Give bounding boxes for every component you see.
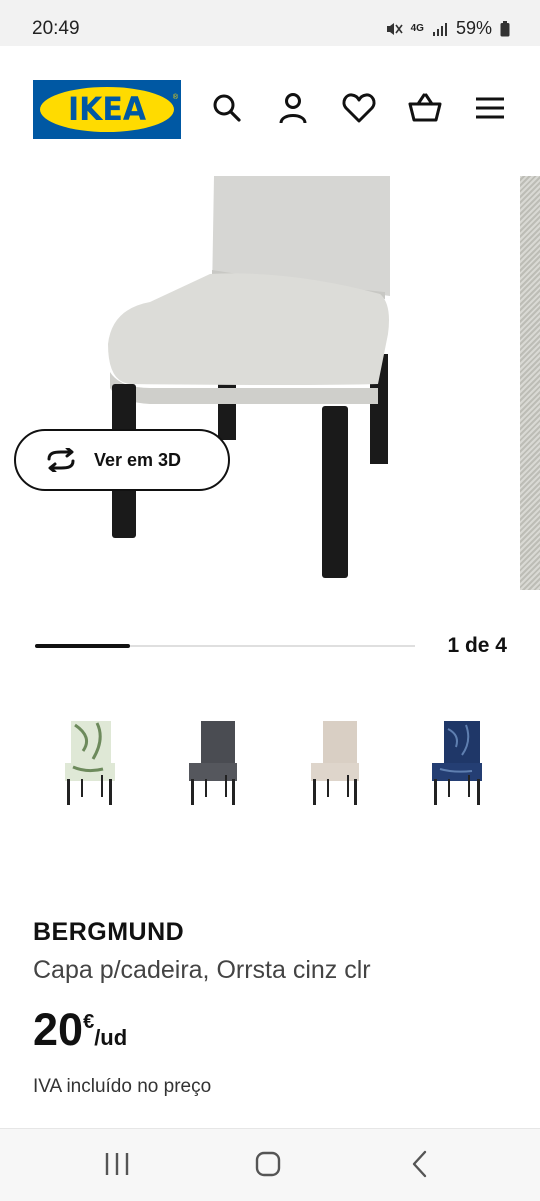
logo-wordmark: IKEA <box>67 90 147 129</box>
signal-icon <box>432 22 447 36</box>
variant-thumbnail-green-pattern[interactable] <box>53 715 133 810</box>
favourites-icon[interactable] <box>341 90 377 126</box>
gallery-position: 1 de 4 <box>447 634 507 657</box>
next-image-preview[interactable] <box>520 176 540 590</box>
search-icon[interactable] <box>209 90 245 126</box>
view-3d-button[interactable]: Ver em 3D <box>14 429 230 491</box>
recent-apps-icon[interactable] <box>100 1149 134 1179</box>
price-unit: /ud <box>94 1025 128 1050</box>
variant-thumbnail-blue-pattern[interactable] <box>420 715 500 810</box>
product-image[interactable] <box>0 174 510 594</box>
variant-thumbnail-beige[interactable] <box>299 715 379 810</box>
registered-mark: ® <box>172 94 178 101</box>
product-price: 20 € /ud <box>33 1005 127 1055</box>
account-icon[interactable] <box>275 90 311 126</box>
product-name: BERGMUND <box>33 918 185 946</box>
ikea-logo[interactable]: IKEA ® <box>33 80 181 139</box>
status-icons: 4G 59% <box>385 18 510 39</box>
rotate-3d-icon <box>47 448 75 472</box>
variant-thumbnail-dark-grey[interactable] <box>177 715 257 810</box>
system-navigation-bar <box>0 1128 540 1201</box>
mute-icon <box>386 22 403 35</box>
price-currency: € <box>83 1011 95 1033</box>
price-integer: 20 <box>33 1004 84 1055</box>
basket-icon[interactable] <box>407 90 443 126</box>
status-time: 20:49 <box>32 18 80 39</box>
battery-icon <box>500 20 510 36</box>
home-icon[interactable] <box>253 1149 283 1179</box>
vat-note: IVA incluído no preço <box>33 1076 212 1097</box>
view-3d-label: Ver em 3D <box>94 449 182 470</box>
product-description: Capa p/cadeira, Orrsta cinz clr <box>33 956 371 984</box>
gallery-progress-fill <box>35 644 130 648</box>
battery-percentage: 59% <box>455 18 492 38</box>
chair-illustration <box>108 176 390 578</box>
menu-icon[interactable] <box>472 90 508 126</box>
network-indicator: 4G <box>410 23 424 34</box>
back-icon[interactable] <box>405 1149 435 1179</box>
